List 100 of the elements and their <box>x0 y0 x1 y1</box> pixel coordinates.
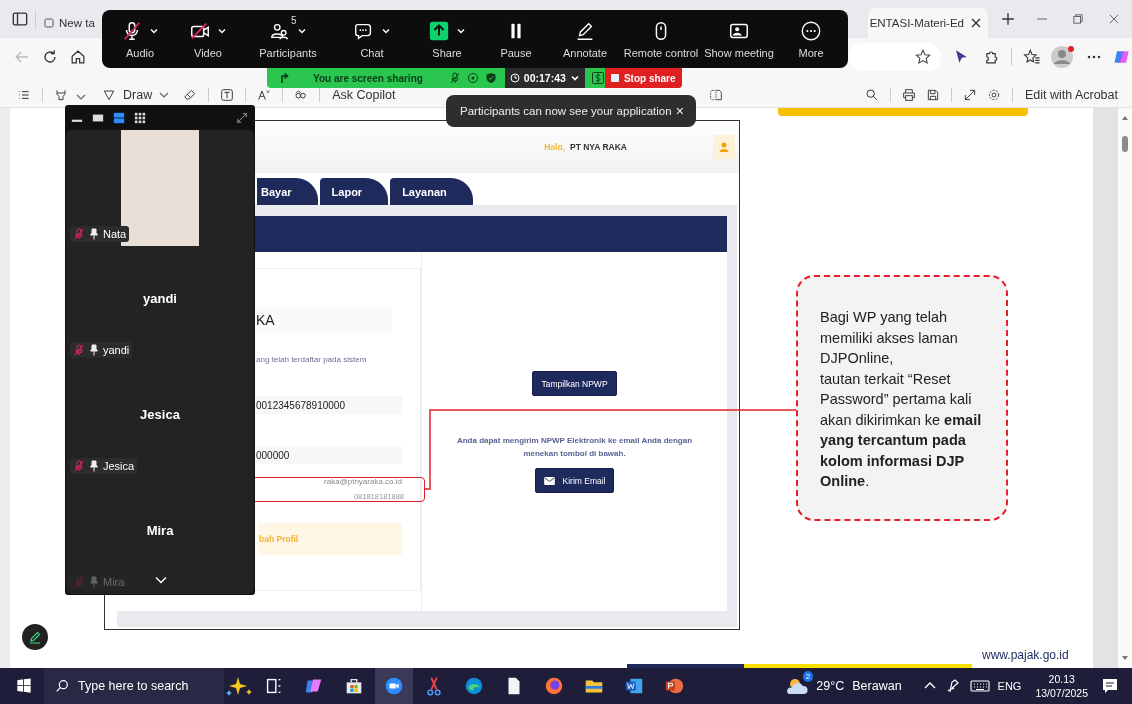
toolbar-button[interactable]: Remote control <box>622 10 700 68</box>
info-text: ang telah terdaftar pada sistem <box>256 355 368 364</box>
notifications-icon[interactable] <box>1100 676 1120 696</box>
edit-with-acrobat-button[interactable]: Edit with Acrobat <box>1022 88 1120 103</box>
profile-avatar-icon[interactable] <box>1050 43 1076 70</box>
weather-text[interactable]: Berawan <box>852 679 902 693</box>
toolbar-button[interactable]: Annotate <box>548 10 622 68</box>
name-tag: Jesica <box>70 458 138 474</box>
send-email-note: Anda dapat mengirim NPWP Elektronik ke email Anda dengan menekan tombol di bawah. <box>455 435 694 460</box>
print-icon[interactable] <box>900 87 917 103</box>
user-name: PT NYA RAKA <box>570 142 627 152</box>
close-icon[interactable] <box>970 17 982 29</box>
microphone-icon <box>121 20 143 42</box>
notification-badge: 2 <box>802 671 814 682</box>
text-size-icon[interactable] <box>256 87 273 103</box>
pin-icon <box>88 228 100 240</box>
browser-tab[interactable]: New ta <box>41 8 95 38</box>
app-tab[interactable]: Bayar <box>257 178 318 205</box>
text-box-icon[interactable] <box>219 87 236 103</box>
scrollbar[interactable] <box>1118 108 1132 668</box>
taskbar-search-field[interactable]: Type here to search <box>44 668 224 704</box>
stop-icon <box>610 74 619 82</box>
ask-copilot-button[interactable]: Ask Copilot <box>330 88 398 103</box>
address-field[interactable] <box>849 42 941 71</box>
scroll-thumb[interactable] <box>1122 136 1128 152</box>
payment-icon[interactable] <box>590 71 605 85</box>
close-button[interactable]: × <box>673 103 686 119</box>
browser-tab[interactable]: ENTASI-Materi-Ed <box>867 8 988 38</box>
share-icon <box>428 20 450 42</box>
browser-icon[interactable] <box>543 675 565 697</box>
pin-icon <box>88 576 100 588</box>
draw-button[interactable]: Draw <box>97 87 175 103</box>
toolbar-button[interactable]: Share <box>410 10 484 68</box>
chevron-down-icon <box>456 26 466 36</box>
timer-button[interactable]: 00:17:43 <box>504 68 585 88</box>
toolbar-button[interactable]: Audio <box>106 10 174 68</box>
browser-icon[interactable] <box>463 675 485 697</box>
participant-name: Jesica <box>140 406 180 422</box>
highlighter-icon[interactable] <box>53 87 69 103</box>
toolbar-button[interactable]: Video <box>174 10 242 68</box>
record-icon <box>466 72 479 84</box>
temperature-text[interactable]: 29°C <box>816 679 845 693</box>
start-icon[interactable] <box>14 676 34 696</box>
grid-view-icon[interactable] <box>134 111 146 124</box>
stop-share-button[interactable]: Stop share <box>604 68 682 88</box>
name-tag: yandi <box>70 342 133 358</box>
user-icon <box>718 141 730 153</box>
chevron-down-icon <box>297 26 307 36</box>
chevron-down-icon[interactable] <box>155 576 167 584</box>
show-npwp-button[interactable]: Tampilkan NPWP <box>532 371 617 396</box>
chevron-down-icon <box>217 26 227 36</box>
envelope-icon <box>543 476 555 485</box>
app-tab[interactable]: Layanan <box>390 178 473 205</box>
search-icon[interactable] <box>863 87 880 103</box>
participant-count: 5 <box>291 15 297 26</box>
speaker-view-icon[interactable] <box>113 111 125 124</box>
sharing-message: You are screen sharing <box>313 72 423 84</box>
app-tab[interactable]: Lapor <box>319 178 389 205</box>
draw-fab-button[interactable] <box>22 624 48 650</box>
email-text: raka@ptnyaraka.co.id <box>323 477 402 486</box>
page-icon <box>43 17 55 29</box>
draw-icon <box>101 87 117 103</box>
pin-icon <box>88 460 100 472</box>
chevron-down-icon <box>149 26 159 36</box>
name-tag: Nata <box>70 226 130 242</box>
scroll-up-icon[interactable] <box>1121 114 1129 122</box>
toolbar-button[interactable]: Pause <box>484 10 548 68</box>
camera-icon <box>189 20 211 42</box>
pencil-icon <box>28 630 42 644</box>
expand-icon[interactable] <box>236 111 248 124</box>
clock-icon <box>509 73 520 83</box>
footer-url: www.pajak.go.id <box>982 648 1069 662</box>
chevron-down-icon <box>569 73 580 83</box>
participant-name: yandi <box>143 290 177 306</box>
language-indicator[interactable]: ENG <box>997 680 1022 692</box>
greeting-text: Halo, <box>544 142 565 152</box>
name-field: KA <box>256 307 392 333</box>
callout-text: Bagi WP yang telah memiliki akses laman DJPOnline, tautan terkait “Reset Password” pertama kali akan dikirimkan ke email yang tercantum pada kolom informasi DJP Online. <box>820 308 983 491</box>
participant-name: Mira <box>146 522 174 538</box>
clock-time[interactable]: 20.13 <box>1048 672 1075 686</box>
scroll-down-icon[interactable] <box>1121 654 1129 662</box>
toolbar-button[interactable]: More <box>778 10 844 68</box>
clock-date[interactable]: 13/07/2025 <box>1035 686 1088 700</box>
toolbar-button[interactable]: 5 Participants <box>242 10 334 68</box>
toolbar-button[interactable]: Chat <box>334 10 410 68</box>
muted-microphone-icon <box>448 72 461 84</box>
toolbar-button[interactable]: Show meeting <box>700 10 778 68</box>
meeting-app-button[interactable] <box>375 668 413 704</box>
chevron-down-icon <box>381 26 391 36</box>
toast-message: Participants can now see your application <box>460 105 672 117</box>
search-icon <box>54 678 70 694</box>
video-camera-icon <box>384 676 404 696</box>
arrow-icon <box>279 72 291 84</box>
more-icon <box>800 20 822 42</box>
send-email-button[interactable]: Kirim Email <box>534 468 615 493</box>
page-view-icon[interactable] <box>707 87 724 103</box>
shield-icon <box>484 72 497 84</box>
pin-icon <box>88 344 100 356</box>
value-field: 000000 <box>256 446 402 464</box>
npwp-field: 0012345678910000 <box>256 396 402 414</box>
